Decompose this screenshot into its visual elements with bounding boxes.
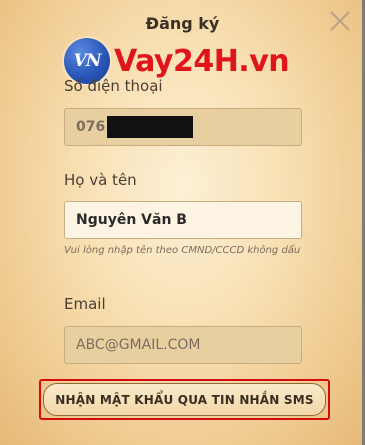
phone-field[interactable]: 076 (64, 108, 302, 146)
brand-name: Vay24H.vn (114, 43, 290, 79)
redaction-mask (107, 116, 194, 138)
email-value: ABC@GMAIL.COM (76, 337, 201, 353)
get-password-sms-button[interactable]: NHẬN MẬT KHẨU QUA TIN NHẮN SMS (43, 383, 326, 416)
email-label: Email (64, 295, 106, 313)
sms-button-highlight: NHẬN MẬT KHẨU QUA TIN NHẮN SMS (39, 379, 330, 420)
close-icon[interactable] (327, 8, 353, 34)
fullname-label: Họ và tên (64, 171, 137, 189)
phone-label: Số điện thoại (64, 77, 163, 95)
register-dialog: Đăng ký VN Vay24H.vn Số điện thoại 076 H… (0, 0, 365, 445)
fullname-value: Nguyên Văn B (76, 212, 187, 228)
phone-value: 076 (76, 119, 106, 135)
dialog-title: Đăng ký (145, 14, 220, 33)
fullname-hint: Vui lòng nhập tên theo CMND/CCCD không d… (64, 245, 301, 256)
fullname-field[interactable]: Nguyên Văn B (64, 201, 302, 239)
email-field[interactable]: ABC@GMAIL.COM (64, 326, 302, 364)
